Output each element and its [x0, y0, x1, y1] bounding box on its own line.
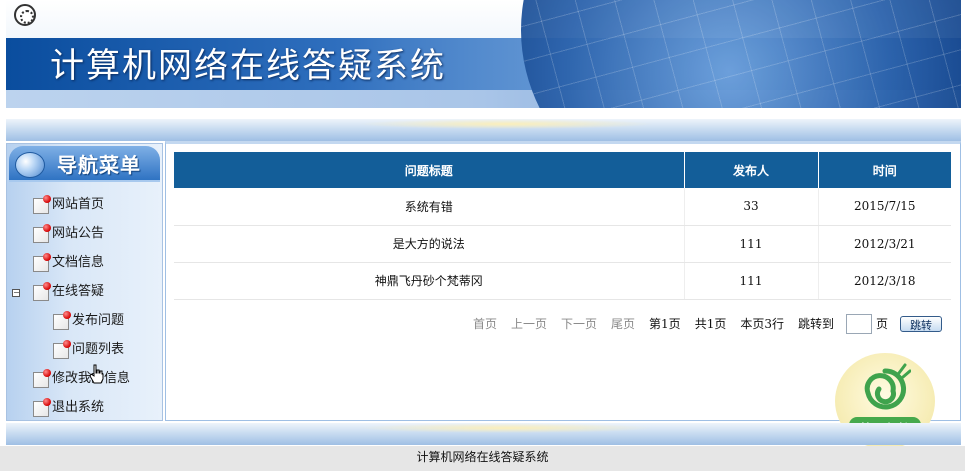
next-page-link[interactable]: 下一页	[561, 314, 597, 334]
sidebar-item-label: 在线答疑	[52, 284, 105, 299]
pushpin-icon	[33, 253, 51, 272]
pushpin-icon	[53, 311, 71, 330]
site-title: 计算机网络在线答疑系统	[50, 46, 446, 86]
sidebar-item-label: 文档信息	[52, 255, 105, 270]
footer-text: 计算机网络在线答疑系统	[416, 450, 549, 464]
sidebar-item-label: 发布问题	[72, 313, 125, 328]
question-title-cell[interactable]: 是大方的说法	[174, 225, 685, 263]
time-cell: 2012/3/21	[818, 225, 951, 263]
header-banner: 计算机网络在线答疑系统	[6, 0, 961, 108]
table-header-row: 问题标题 发布人 时间	[174, 152, 951, 188]
table-row[interactable]: 神鼎飞丹砂个梵蒂冈 111 2012/3/18	[174, 262, 951, 300]
column-header-time: 时间	[818, 152, 951, 188]
pushpin-icon	[33, 398, 51, 417]
total-pages-text: 共1页	[694, 317, 727, 331]
first-page-link[interactable]: 首页	[473, 314, 497, 334]
pushpin-icon	[33, 282, 51, 301]
pushpin-icon	[53, 340, 71, 359]
sidebar-item-documents[interactable]: 文档信息	[7, 248, 162, 277]
bottom-divider-bar	[6, 423, 961, 445]
table-row[interactable]: 是大方的说法 111 2012/3/21	[174, 225, 951, 263]
page-number-input[interactable]	[845, 314, 872, 334]
pushpin-icon	[33, 195, 51, 214]
table-row[interactable]: 系统有错 33 2015/7/15	[174, 188, 951, 226]
globe-graphic	[521, 0, 961, 108]
sidebar-item-label: 退出系统	[52, 400, 105, 415]
nav-header-label: 导航菜单	[57, 153, 141, 177]
time-cell: 2015/7/15	[818, 188, 951, 226]
question-table: 问题标题 发布人 时间 系统有错 33 2015/7/15 是大方的说法 111…	[174, 152, 951, 300]
time-cell: 2012/3/18	[818, 262, 951, 300]
sidebar-item-announcements[interactable]: 网站公告	[7, 219, 162, 248]
sidebar-item-online-qa[interactable]: − 在线答疑	[7, 277, 162, 306]
author-cell: 111	[684, 225, 819, 263]
author-cell: 33	[684, 188, 819, 226]
sidebar-item-home[interactable]: 网站首页	[7, 190, 162, 219]
rows-on-page-text: 本页3行	[740, 317, 784, 331]
question-title-cell[interactable]: 系统有错	[174, 188, 685, 226]
pagination: 首页 上一页 下一页 尾页 第1页 共1页 本页3行 跳转到 页 跳转	[459, 314, 942, 334]
sidebar-item-post-question[interactable]: 发布问题	[7, 306, 162, 335]
pushpin-icon	[33, 369, 51, 388]
prev-page-link[interactable]: 上一页	[511, 314, 547, 334]
current-page-text: 第1页	[649, 317, 681, 331]
snail-icon	[864, 363, 911, 410]
footer: 计算机网络在线答疑系统	[0, 446, 965, 471]
column-header-title: 问题标题	[174, 152, 685, 188]
jump-to-label: 跳转到	[797, 317, 834, 331]
sidebar-item-question-list[interactable]: 问题列表	[7, 335, 162, 364]
jump-button[interactable]: 跳转	[900, 316, 942, 332]
column-header-author: 发布人	[684, 152, 819, 188]
sidebar-item-logout[interactable]: 退出系统	[7, 393, 162, 422]
question-title-cell[interactable]: 神鼎飞丹砂个梵蒂冈	[174, 262, 685, 300]
sidebar-item-edit-profile[interactable]: 修改我的信息	[7, 364, 162, 393]
globe-icon	[15, 152, 45, 178]
university-seal-icon	[14, 4, 36, 26]
collapse-toggle-icon[interactable]: −	[12, 289, 20, 297]
top-divider-bar	[6, 119, 961, 141]
hand-cursor-icon	[89, 364, 104, 384]
page-suffix-label: 页	[875, 317, 888, 331]
sidebar-nav: 导航菜单 网站首页 网站公告 文档信息 − 在线答疑 发布问题 问题列表 退出系…	[6, 143, 163, 421]
sidebar-item-label: 网站首页	[52, 197, 105, 212]
author-cell: 111	[684, 262, 819, 300]
last-page-link[interactable]: 尾页	[611, 314, 635, 334]
nav-header: 导航菜单	[9, 146, 160, 182]
sidebar-item-label: 问题列表	[72, 342, 125, 357]
pushpin-icon	[33, 224, 51, 243]
sidebar-item-label: 网站公告	[52, 226, 105, 241]
